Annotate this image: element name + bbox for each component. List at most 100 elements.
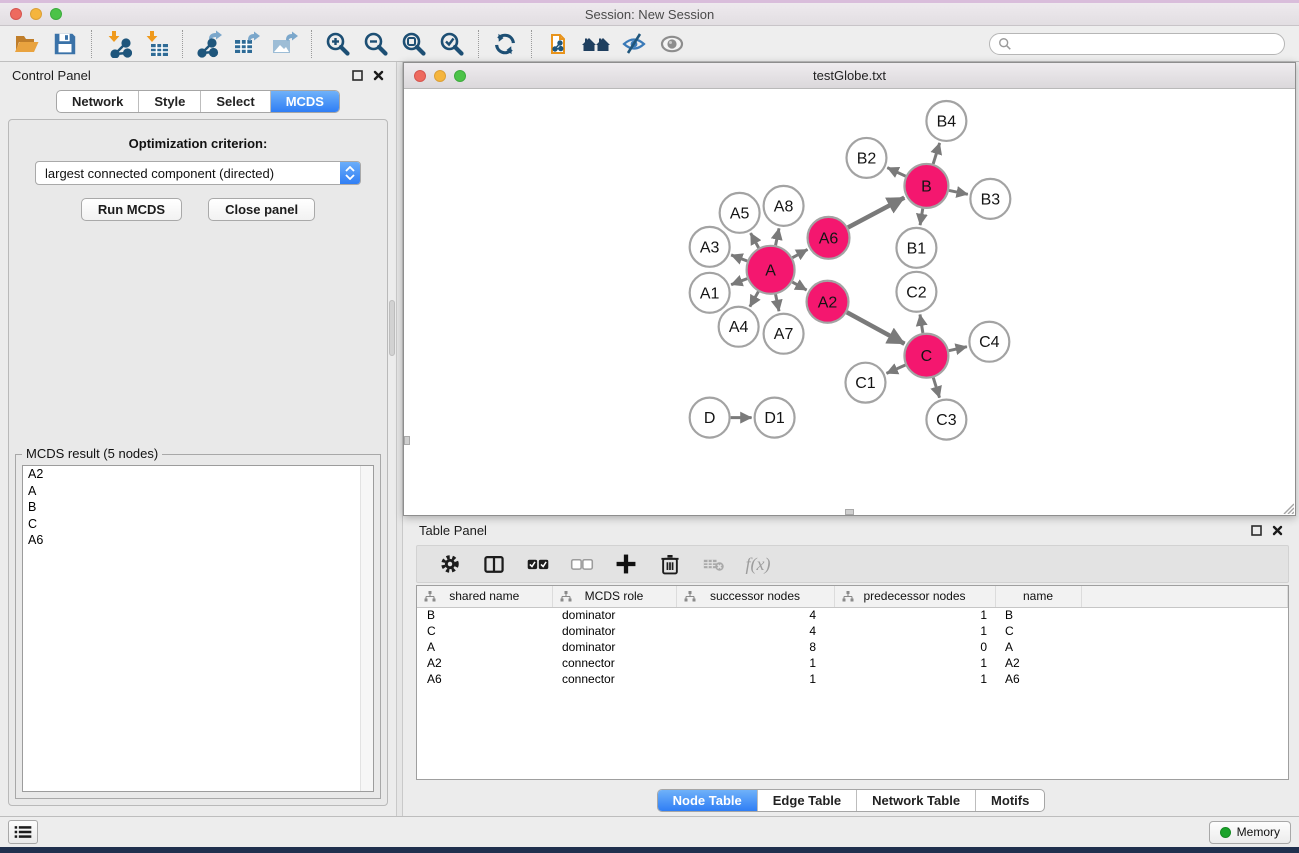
edge-C-C4[interactable] [949, 347, 967, 351]
panel-splitter[interactable] [396, 62, 403, 816]
table-cell[interactable]: A [995, 639, 1081, 655]
close-panel-button[interactable]: Close panel [208, 198, 315, 221]
control-panel-scrollbar-thumb[interactable] [389, 300, 395, 356]
edge-C-C3[interactable] [933, 378, 939, 398]
show-all-columns-button[interactable] [521, 548, 555, 580]
edge-A-A7[interactable] [776, 294, 779, 311]
table-row[interactable]: A2connector11A2 [417, 655, 1288, 671]
edge-B-B4[interactable] [933, 143, 939, 164]
delete-columns-button[interactable] [653, 548, 687, 580]
export-network-button[interactable] [190, 28, 228, 60]
tab-motifs[interactable]: Motifs [975, 790, 1044, 811]
mcds-result-list[interactable]: A2ABCA6 [22, 465, 374, 792]
delete-table-button[interactable] [697, 548, 731, 580]
table-cell[interactable]: C [995, 623, 1081, 639]
zoom-selected-button[interactable] [433, 28, 471, 60]
edge-A-A1[interactable] [731, 279, 747, 285]
table-cell[interactable]: 1 [834, 623, 995, 639]
window-resize-grip[interactable] [1281, 501, 1294, 514]
import-table-button[interactable] [137, 28, 175, 60]
table-cell[interactable]: 1 [676, 671, 834, 687]
edge-B-B2[interactable] [887, 168, 905, 177]
table-cell[interactable]: A6 [995, 671, 1081, 687]
table-cell[interactable]: dominator [552, 623, 676, 639]
table-cell[interactable]: dominator [552, 607, 676, 623]
edge-B-B3[interactable] [949, 190, 968, 194]
edge-A-A3[interactable] [731, 255, 747, 261]
table-cell[interactable]: 1 [834, 671, 995, 687]
refresh-button[interactable] [486, 28, 524, 60]
float-panel-icon[interactable] [352, 70, 363, 81]
table-cell[interactable]: A2 [995, 655, 1081, 671]
edge-A-A2[interactable] [792, 282, 806, 290]
tab-mcds[interactable]: MCDS [270, 91, 339, 112]
save-session-button[interactable] [46, 28, 84, 60]
import-network-button[interactable] [99, 28, 137, 60]
open-session-button[interactable] [8, 28, 46, 60]
home-button[interactable] [577, 28, 615, 60]
function-builder-button[interactable]: f(x) [741, 548, 775, 580]
zoom-out-button[interactable] [357, 28, 395, 60]
table-cell[interactable]: 8 [676, 639, 834, 655]
zoom-fit-button[interactable] [395, 28, 433, 60]
close-panel-icon[interactable] [373, 70, 384, 81]
network-window-titlebar[interactable]: testGlobe.txt [404, 63, 1295, 89]
column-header-successor-nodes[interactable]: successor nodes [676, 586, 834, 607]
table-options-button[interactable] [433, 548, 467, 580]
clone-network-button[interactable] [539, 28, 577, 60]
tab-select[interactable]: Select [200, 91, 269, 112]
edge-B-B1[interactable] [920, 209, 923, 226]
column-header-predecessor-nodes[interactable]: predecessor nodes [834, 586, 995, 607]
table-cell[interactable]: dominator [552, 639, 676, 655]
task-history-button[interactable] [8, 820, 38, 844]
hide-graphics-details-button[interactable] [615, 28, 653, 60]
result-list-scrollbar[interactable] [360, 466, 373, 791]
table-row[interactable]: Cdominator41C [417, 623, 1288, 639]
table-cell[interactable]: 0 [834, 639, 995, 655]
tab-node-table[interactable]: Node Table [658, 790, 757, 811]
tab-network-table[interactable]: Network Table [856, 790, 975, 811]
table-row[interactable]: Adominator80A [417, 639, 1288, 655]
edge-A-A6[interactable] [792, 249, 807, 257]
close-panel-icon[interactable] [1272, 525, 1283, 536]
create-column-button[interactable] [609, 548, 643, 580]
export-image-button[interactable] [266, 28, 304, 60]
tab-style[interactable]: Style [138, 91, 200, 112]
list-item[interactable]: B [23, 499, 373, 516]
table-cell[interactable]: 1 [834, 607, 995, 623]
hide-all-columns-button[interactable] [565, 548, 599, 580]
edge-C-C2[interactable] [920, 314, 923, 333]
table-cell[interactable]: 4 [676, 623, 834, 639]
table-cell[interactable]: connector [552, 671, 676, 687]
edge-A-A5[interactable] [751, 233, 759, 248]
edge-A6-B[interactable] [848, 198, 904, 228]
bird-eye-view-button[interactable] [653, 28, 691, 60]
list-item[interactable]: C [23, 516, 373, 533]
list-item[interactable]: A2 [23, 466, 373, 483]
tab-network[interactable]: Network [57, 91, 138, 112]
table-cell[interactable]: 1 [834, 655, 995, 671]
optimization-criterion-select[interactable]: largest connected component (directed) [35, 161, 361, 185]
table-cell[interactable]: 1 [676, 655, 834, 671]
edge-A-A8[interactable] [776, 228, 779, 245]
list-item[interactable]: A [23, 483, 373, 500]
table-cell[interactable]: C [417, 623, 552, 639]
network-graph[interactable]: AA6A2BCA5A8A3A1A4A7B2B4B3B1C2C4C1C3DD1 [404, 89, 1295, 515]
column-header-shared-name[interactable]: shared name [417, 586, 552, 607]
table-cell[interactable]: B [995, 607, 1081, 623]
edge-A2-C[interactable] [847, 312, 905, 343]
table-row[interactable]: Bdominator41B [417, 607, 1288, 623]
float-panel-icon[interactable] [1251, 525, 1262, 536]
tab-edge-table[interactable]: Edge Table [757, 790, 856, 811]
table-cell[interactable]: A [417, 639, 552, 655]
node-table[interactable]: shared nameMCDS rolesuccessor nodesprede… [416, 585, 1289, 780]
search-box[interactable] [989, 33, 1285, 55]
column-header-name[interactable]: name [995, 586, 1081, 607]
memory-button[interactable]: Memory [1209, 821, 1291, 844]
table-row[interactable]: A6connector11A6 [417, 671, 1288, 687]
edge-A-A4[interactable] [750, 292, 758, 307]
table-cell[interactable]: A6 [417, 671, 552, 687]
list-item[interactable]: A6 [23, 532, 373, 549]
search-input[interactable] [1012, 37, 1276, 51]
table-cell[interactable]: A2 [417, 655, 552, 671]
